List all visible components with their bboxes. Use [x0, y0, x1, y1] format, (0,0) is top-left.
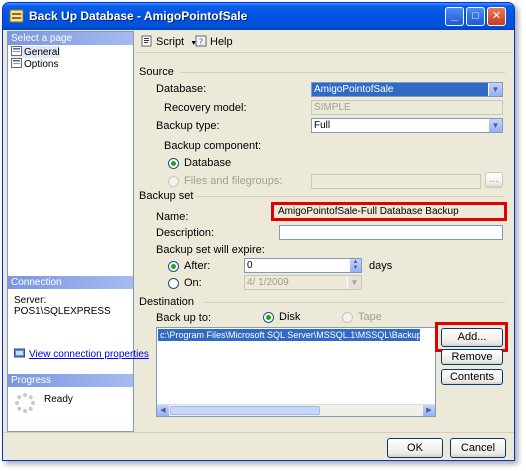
script-label: Script: [156, 36, 185, 48]
view-connection-properties-label[interactable]: View connection properties: [29, 349, 149, 360]
on-label: On:: [184, 277, 202, 289]
horizontal-scrollbar[interactable]: ◀ ▶: [157, 404, 435, 416]
backup-type-value: Full: [314, 120, 331, 131]
chevron-down-icon: ▼: [488, 119, 502, 132]
component-database-label: Database: [184, 157, 232, 169]
general-page: Source Database: AmigoPointofSale ▼ Reco…: [135, 53, 513, 432]
backup-set-divider: [195, 196, 505, 197]
scrollbar-thumb[interactable]: [170, 406, 320, 415]
component-files-radio[interactable]: [168, 176, 179, 187]
disk-label: Disk: [279, 311, 301, 323]
recovery-model-label: Recovery model:: [164, 102, 247, 114]
after-label: After:: [184, 260, 211, 272]
name-label: Name:: [156, 211, 189, 223]
page-options-label: Options: [24, 59, 59, 70]
contents-button[interactable]: Contents: [441, 369, 503, 385]
server-value: POS1\SQLEXPRESS: [14, 306, 111, 317]
spinner-arrows-icon[interactable]: ▲ ▼: [350, 259, 361, 272]
minimize-button[interactable]: _: [445, 7, 464, 26]
component-database-radio[interactable]: [168, 158, 179, 169]
progress-header: Progress: [8, 374, 133, 387]
destination-section-label: Destination: [139, 296, 195, 308]
connection-icon: [14, 348, 25, 358]
source-divider: [181, 72, 505, 73]
script-icon: [141, 35, 152, 47]
expire-days-input[interactable]: 0 ▲ ▼: [244, 258, 362, 273]
description-label: Description:: [156, 227, 215, 239]
title-bar: Back Up Database - AmigoPointofSale _ □ …: [3, 3, 514, 30]
help-button[interactable]: ? Help: [195, 34, 233, 50]
select-page-header: Select a page: [8, 32, 133, 45]
chevron-down-icon: ▼: [347, 276, 361, 289]
add-highlight-box: [435, 322, 508, 352]
backup-type-label: Backup type:: [156, 120, 220, 132]
ok-button[interactable]: OK: [387, 438, 443, 458]
chevron-down-icon: ▼: [488, 83, 502, 96]
component-files-label: Files and filegroups:: [184, 175, 283, 187]
expire-on-radio[interactable]: [168, 278, 179, 289]
close-button[interactable]: ✕: [487, 7, 506, 26]
backup-type-select[interactable]: Full ▼: [311, 118, 503, 133]
page-general-label: General: [24, 47, 60, 58]
view-connection-properties-link[interactable]: View connection properties: [14, 348, 149, 360]
destination-divider: [203, 302, 505, 303]
window-title: Back Up Database - AmigoPointofSale: [29, 9, 248, 23]
files-filegroups-field: [311, 174, 481, 189]
destination-path-item[interactable]: c:\Program Files\Microsoft SQL Server\MS…: [158, 329, 420, 341]
script-button[interactable]: Script ▼: [141, 34, 197, 50]
backup-component-label: Backup component:: [164, 140, 262, 152]
progress-status: Ready: [44, 394, 73, 405]
dialog-footer: OK Cancel: [3, 432, 514, 460]
help-label: Help: [210, 36, 233, 48]
database-value: AmigoPointofSale: [314, 84, 394, 95]
toolbar: Script ▼ ? Help: [135, 31, 513, 53]
destination-tape-radio[interactable]: [342, 312, 353, 323]
expire-days-value: 0: [247, 260, 253, 271]
page-options[interactable]: Options: [11, 58, 58, 70]
database-icon: [9, 9, 24, 23]
expire-date-picker: 4/ 1/2009 ▼: [244, 275, 362, 290]
remove-destination-button[interactable]: Remove: [441, 349, 503, 365]
expire-label: Backup set will expire:: [156, 244, 265, 256]
progress-spinner-icon: [15, 393, 35, 413]
scroll-right-icon[interactable]: ▶: [423, 405, 435, 416]
back-up-to-label: Back up to:: [156, 312, 212, 324]
description-input[interactable]: [279, 225, 503, 240]
recovery-model-field: SIMPLE: [311, 100, 503, 115]
days-label: days: [369, 260, 393, 272]
name-highlight-box: [271, 202, 507, 221]
scroll-left-icon[interactable]: ◀: [157, 405, 169, 416]
tape-label: Tape: [358, 311, 382, 323]
backup-set-section-label: Backup set: [139, 190, 194, 202]
expire-date-value: 4/ 1/2009: [247, 277, 289, 288]
svg-text:?: ?: [199, 38, 203, 47]
backup-database-dialog: Back Up Database - AmigoPointofSale _ □ …: [2, 2, 515, 461]
database-select[interactable]: AmigoPointofSale ▼: [311, 82, 503, 97]
connection-header: Connection: [8, 276, 133, 289]
browse-files-button[interactable]: ...: [485, 172, 503, 188]
destination-list[interactable]: c:\Program Files\Microsoft SQL Server\MS…: [156, 327, 436, 417]
destination-disk-radio[interactable]: [263, 312, 274, 323]
help-icon: ?: [195, 35, 207, 47]
page-icon: [11, 58, 22, 68]
maximize-button[interactable]: □: [466, 7, 485, 26]
cancel-button[interactable]: Cancel: [450, 438, 506, 458]
page-general[interactable]: General: [11, 46, 60, 58]
server-label: Server:: [14, 295, 47, 306]
source-section-label: Source: [139, 66, 174, 78]
page-icon: [11, 46, 22, 56]
expire-after-radio[interactable]: [168, 261, 179, 272]
database-label: Database:: [156, 83, 207, 95]
left-pane: Select a page General Options Connection…: [7, 31, 149, 432]
